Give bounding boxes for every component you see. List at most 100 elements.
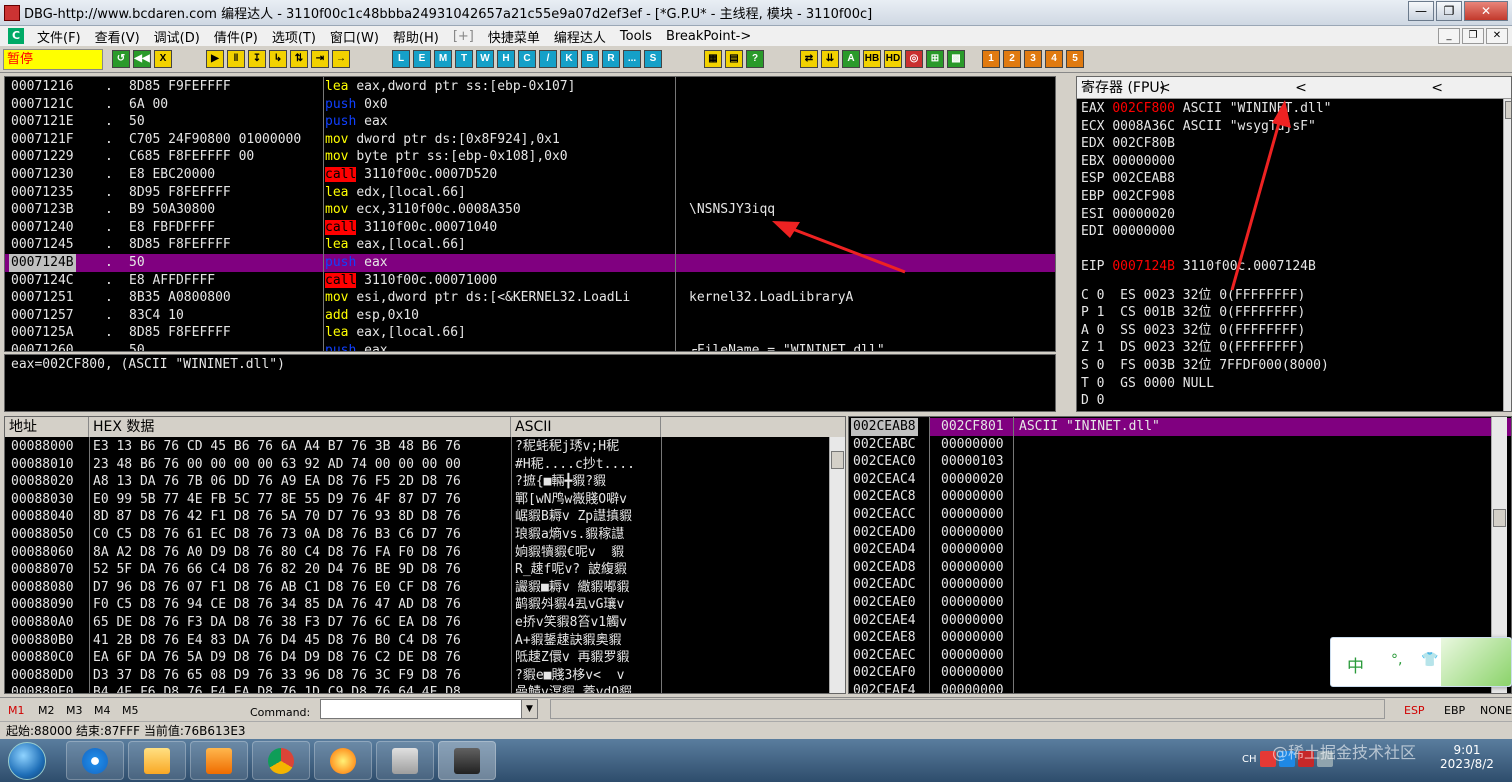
disasm-row[interactable]: 0007121C. 6A 00 push 0x0 (5, 96, 1055, 114)
toolbar-button-20[interactable]: R (602, 50, 620, 68)
flag-row[interactable]: C 0 ES 0023 32位 0(FFFFFFFF) (1081, 287, 1305, 305)
menu-breakpoint[interactable]: BreakPoint-> (659, 29, 758, 44)
disasm-row[interactable]: 0007121E. 50 push eax (5, 113, 1055, 131)
mdi-restore-button[interactable]: ❐ (1462, 28, 1484, 44)
toolbar-button-31[interactable]: ◎ (905, 50, 923, 68)
memory-dump-pane[interactable]: 地址 HEX 数据 ASCII 00088000 E3 13 B6 76 CD 4… (4, 416, 846, 694)
toolbar-button-10[interactable]: L (392, 50, 410, 68)
register-row-edx[interactable]: EDX 002CF80B (1081, 135, 1183, 153)
toolbar-button-22[interactable]: S (644, 50, 662, 68)
disasm-row[interactable]: 0007123B. B9 50A30800 mov ecx,3110f00c.000… (5, 201, 1055, 219)
toolbar-button-30[interactable]: HD (884, 50, 902, 68)
toolbar-button-12[interactable]: M (434, 50, 452, 68)
ime-punct[interactable]: °, (1391, 652, 1402, 668)
disasm-row[interactable]: 00071216. 8D85 F9FEFFFF lea eax,dword ptr … (5, 78, 1055, 96)
register-row-eax[interactable]: EAX 002CF800 ASCII "WININET.dll" (1081, 100, 1331, 118)
mark-m1[interactable]: M1 (8, 704, 25, 717)
flag-row[interactable]: O 0 LastErr ERROR_ALREADY_EXISTS (000000… (1081, 410, 1425, 412)
register-value[interactable]: 002CEAB8 (1112, 171, 1175, 186)
clock[interactable]: 9:01 2023/8/2 (1422, 743, 1512, 771)
flag-row[interactable]: D 0 (1081, 392, 1104, 410)
register-row-ebx[interactable]: EBX 00000000 (1081, 153, 1183, 171)
toolbar-button-11[interactable]: E (413, 50, 431, 68)
input-language[interactable]: CH (1242, 754, 1257, 765)
mark-m2[interactable]: M2 (38, 704, 55, 717)
disasm-row[interactable]: 00071230. E8 EBC20000 call 3110f00c.0007D5… (5, 166, 1055, 184)
esp-toggle[interactable]: ESP (1404, 704, 1425, 717)
taskbar-ie[interactable] (66, 741, 124, 780)
dump-col-ascii[interactable]: ASCII (511, 417, 661, 437)
registers-nav-arrows[interactable]: < < < (1159, 77, 1503, 99)
toolbar-button-34[interactable]: 1 (982, 50, 1000, 68)
toolbar-button-18[interactable]: K (560, 50, 578, 68)
stack-row[interactable]: 002CEAC0 00000103 (849, 453, 1511, 471)
none-toggle[interactable]: NONE (1480, 704, 1512, 717)
flag-row[interactable]: S 0 FS 003B 32位 7FFDF000(8000) (1081, 357, 1329, 375)
mark-m4[interactable]: M4 (94, 704, 111, 717)
toolbar-button-28[interactable]: A (842, 50, 860, 68)
register-row-esi[interactable]: ESI 00000020 (1081, 206, 1183, 224)
maximize-button[interactable]: ❐ (1436, 1, 1462, 21)
menu-debug[interactable]: 调试(D) (147, 27, 207, 46)
toolbar-button-17[interactable]: / (539, 50, 557, 68)
stack-row[interactable]: 002CEAB8 002CF801 ASCII "ININET.dll" (849, 418, 1511, 436)
menu-view[interactable]: 查看(V) (88, 27, 147, 46)
toolbar-button-21[interactable]: ... (623, 50, 641, 68)
disasm-row[interactable]: 00071240. E8 FBFDFFFF call 3110f00c.000710… (5, 219, 1055, 237)
stack-row[interactable]: 002CEAC4 00000020 (849, 471, 1511, 489)
toolbar-button-35[interactable]: 2 (1003, 50, 1021, 68)
toolbar-button-27[interactable]: ⇊ (821, 50, 839, 68)
taskbar-debugger[interactable] (438, 741, 496, 780)
disasm-row[interactable]: 0007124B. 50 push eax (5, 254, 1055, 272)
toolbar-button-38[interactable]: 5 (1066, 50, 1084, 68)
disasm-row[interactable]: 00071260. 50 push eax ┌FileName = "WININET.… (5, 342, 1055, 351)
stack-row[interactable]: 002CEAD0 00000000 (849, 524, 1511, 542)
stack-row[interactable]: 002CEAD4 00000000 (849, 541, 1511, 559)
toolbar-button-29[interactable]: HB (863, 50, 881, 68)
dump-col-address[interactable]: 地址 (5, 417, 89, 437)
toolbar-button-26[interactable]: ⇄ (800, 50, 818, 68)
toolbar-button-8[interactable]: ⇥ (311, 50, 329, 68)
toolbar-button-25[interactable]: ? (746, 50, 764, 68)
taskbar-hips[interactable] (314, 741, 372, 780)
stack-row[interactable]: 002CEAE0 00000000 (849, 594, 1511, 612)
toolbar-button-32[interactable]: ⊞ (926, 50, 944, 68)
close-button[interactable]: ✕ (1464, 1, 1508, 21)
register-value[interactable]: 002CF908 (1112, 189, 1175, 204)
toolbar-button-9[interactable]: → (332, 50, 350, 68)
toolbar-button-5[interactable]: ↧ (248, 50, 266, 68)
disasm-row[interactable]: 00071251. 8B35 A0800800 mov esi,dword ptr … (5, 289, 1055, 307)
taskbar-notes[interactable] (376, 741, 434, 780)
stack-row[interactable]: 002CEAE4 00000000 (849, 612, 1511, 630)
command-input[interactable]: ▼ (320, 699, 538, 719)
flag-row[interactable]: Z 1 DS 0023 32位 0(FFFFFFFF) (1081, 339, 1305, 357)
disassembly-pane[interactable]: 00071216. 8D85 F9FEFFFF lea eax,dword ptr … (4, 76, 1056, 352)
register-value[interactable]: 00000020 (1112, 207, 1175, 222)
toolbar-button-13[interactable]: T (455, 50, 473, 68)
flag-row[interactable]: P 1 CS 001B 32位 0(FFFFFFFF) (1081, 304, 1305, 322)
register-row-eip[interactable]: EIP 0007124B 3110f00c.0007124B (1081, 258, 1316, 276)
disasm-row[interactable]: 00071245. 8D85 F8FEFFFF lea eax,[local.66] (5, 236, 1055, 254)
stack-row[interactable]: 002CEADC 00000000 (849, 576, 1511, 594)
register-row-ecx[interactable]: ECX 0008A36C ASCII "wsygTujsF" (1081, 118, 1316, 136)
toolbar-button-16[interactable]: C (518, 50, 536, 68)
toolbar-button-4[interactable]: ‖ (227, 50, 245, 68)
disasm-row[interactable]: 00071229. C685 F8FEFFFF 00 mov byte ptr ss… (5, 148, 1055, 166)
menu-tools[interactable]: Tools (613, 29, 659, 44)
registers-scrollbar[interactable] (1503, 99, 1511, 411)
stack-row[interactable]: 002CEABC 00000000 (849, 436, 1511, 454)
toolbar-button-33[interactable]: ▩ (947, 50, 965, 68)
disasm-row[interactable]: 0007124C. E8 AFFDFFFF call 3110f00c.000710… (5, 272, 1055, 290)
register-value[interactable]: 0008A36C (1112, 119, 1175, 134)
ime-skin-icon[interactable]: 👕 (1421, 652, 1438, 668)
register-row-ebp[interactable]: EBP 002CF908 (1081, 188, 1183, 206)
taskbar-explorer[interactable] (128, 741, 186, 780)
register-value[interactable]: 002CF800 (1112, 101, 1175, 116)
register-value[interactable]: 00000000 (1112, 224, 1175, 239)
register-value[interactable]: 002CF80B (1112, 136, 1175, 151)
dump-scrollbar[interactable] (829, 437, 845, 693)
flag-row[interactable]: T 0 GS 0000 NULL (1081, 375, 1214, 393)
menu-window[interactable]: 窗口(W) (323, 27, 386, 46)
menu-options[interactable]: 选项(T) (265, 27, 323, 46)
menu-file[interactable]: 文件(F) (30, 27, 88, 46)
